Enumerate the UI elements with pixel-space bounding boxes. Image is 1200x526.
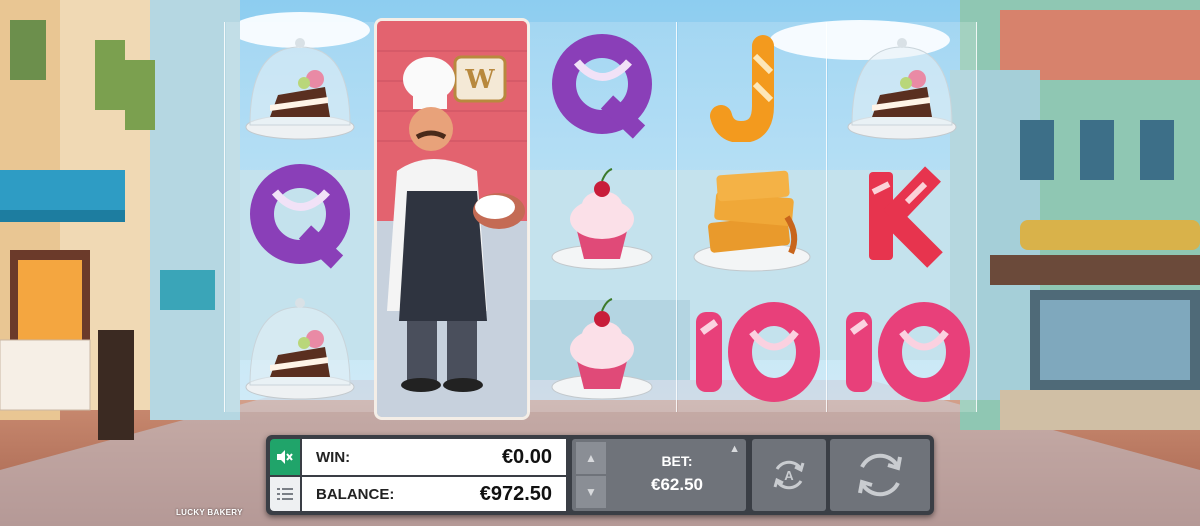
- wild-badge: W: [465, 65, 495, 95]
- sound-toggle-button[interactable]: [270, 439, 300, 475]
- bet-increase-button[interactable]: ▲: [576, 442, 606, 474]
- reel-4: [678, 22, 826, 412]
- reel-1: [226, 22, 374, 412]
- number-10-symbol: [678, 282, 826, 412]
- cupcake-symbol: [528, 282, 676, 412]
- reel-3: [528, 22, 676, 412]
- win-value: €0.00: [501, 445, 552, 468]
- chevron-down-icon: ▼: [585, 485, 597, 499]
- bet-decrease-button[interactable]: ▼: [576, 476, 606, 508]
- speaker-muted-icon: [277, 450, 293, 464]
- letter-j-symbol: [678, 22, 826, 152]
- autoplay-button[interactable]: A: [752, 439, 826, 511]
- bet-value: €62.50: [651, 475, 703, 494]
- number-10-symbol: [828, 282, 976, 412]
- svg-text:A: A: [784, 468, 794, 483]
- cake-dome-symbol: [828, 22, 976, 152]
- spin-icon: [858, 453, 902, 497]
- bet-options-chevron-icon[interactable]: ▲: [729, 443, 740, 455]
- reel-divider: [976, 22, 977, 412]
- reel-5: [828, 22, 976, 412]
- win-label: WIN:: [316, 448, 351, 466]
- letter-q-symbol: [226, 152, 374, 282]
- letter-k-symbol: [828, 152, 976, 282]
- balance-display: BALANCE: €972.50: [302, 477, 566, 511]
- menu-button[interactable]: [270, 477, 300, 511]
- reel-divider: [224, 22, 225, 412]
- cake-dome-symbol: [226, 22, 374, 152]
- letter-q-symbol: [528, 22, 676, 152]
- chef-wild-symbol: W: [374, 18, 530, 420]
- reel-divider: [676, 22, 677, 412]
- cupcake-symbol: [528, 152, 676, 282]
- win-display: WIN: €0.00: [302, 439, 566, 475]
- menu-list-icon: [277, 488, 293, 500]
- cake-dome-symbol: [226, 282, 374, 412]
- autoplay-icon: A: [773, 460, 805, 490]
- bet-label: BET:: [661, 453, 693, 469]
- chevron-up-icon: ▲: [585, 451, 597, 465]
- balance-label: BALANCE:: [316, 485, 395, 503]
- spin-button[interactable]: [830, 439, 930, 511]
- reel-divider: [826, 22, 827, 412]
- game-title: LUCKY BAKERY: [176, 508, 243, 517]
- bet-selector: ▲ ▼ ▲ BET: €62.50: [572, 439, 746, 511]
- control-panel: WIN: €0.00 BALANCE: €972.50 ▲ ▼ ▲ BET: €…: [266, 435, 934, 515]
- waffles-symbol: [678, 152, 826, 282]
- balance-value: €972.50: [479, 482, 552, 505]
